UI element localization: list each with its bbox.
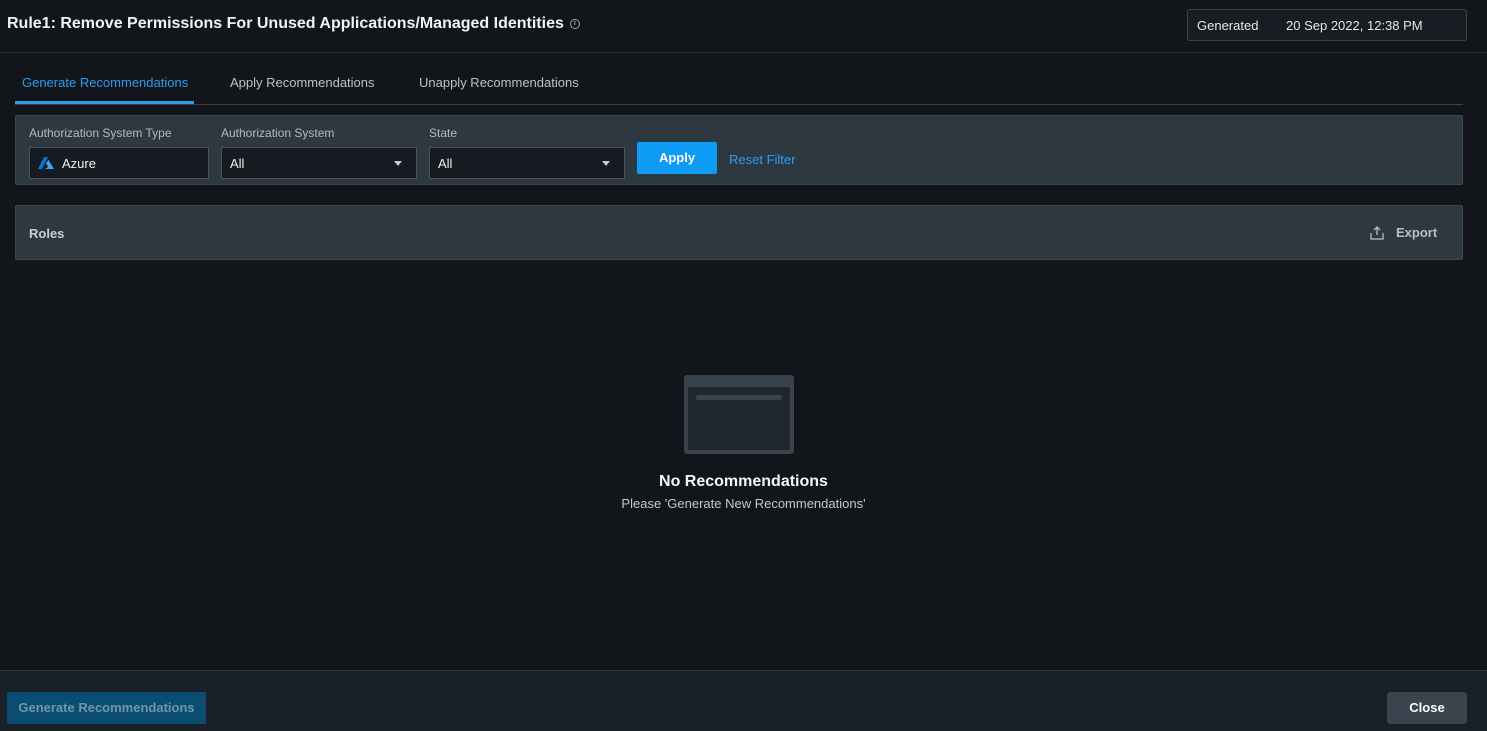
azure-logo-icon — [38, 157, 54, 169]
page-title: Rule1: Remove Permissions For Unused App… — [7, 15, 580, 33]
page-title-text: Rule1: Remove Permissions For Unused App… — [7, 15, 564, 32]
empty-state-window-icon — [684, 375, 794, 454]
tab-unapply-recommendations[interactable]: Unapply Recommendations — [419, 62, 579, 104]
auth-system-label: Authorization System — [221, 126, 335, 140]
auth-system-value: All — [230, 155, 245, 171]
state-value: All — [438, 155, 453, 171]
empty-state-subtitle: Please 'Generate New Recommendations' — [621, 496, 866, 511]
tab-generate-recommendations[interactable]: Generate Recommendations — [15, 62, 194, 104]
info-icon[interactable]: i — [569, 19, 580, 29]
tab-apply-recommendations[interactable]: Apply Recommendations — [230, 62, 375, 104]
generated-label: Generated — [1197, 18, 1259, 33]
state-dropdown[interactable]: All — [429, 147, 625, 179]
auth-system-type-label: Authorization System Type — [29, 126, 172, 140]
filter-panel: Authorization System Type Azure Authoriz… — [15, 115, 1463, 185]
auth-system-dropdown[interactable]: All — [221, 147, 417, 179]
roles-title: Roles — [29, 226, 65, 241]
export-icon — [1370, 225, 1384, 240]
chevron-down-icon — [602, 161, 610, 166]
export-button[interactable]: Export — [1370, 225, 1437, 240]
apply-button[interactable]: Apply — [637, 142, 717, 174]
close-button[interactable]: Close — [1387, 692, 1467, 724]
reset-filter-link[interactable]: Reset Filter — [729, 152, 795, 167]
chevron-down-icon — [394, 161, 402, 166]
empty-state-title: No Recommendations — [659, 473, 828, 490]
export-label: Export — [1396, 225, 1438, 240]
dialog-footer: Generate Recommendations Close — [0, 670, 1487, 731]
generated-value: 20 Sep 2022, 12:38 PM — [1286, 18, 1423, 33]
auth-system-type-field[interactable]: Azure — [29, 147, 209, 179]
tab-bar: Generate Recommendations Apply Recommend… — [15, 62, 1463, 105]
roles-header-bar: Roles Export — [15, 205, 1463, 260]
dialog-header: Rule1: Remove Permissions For Unused App… — [0, 0, 1487, 53]
state-label: State — [429, 126, 458, 140]
generate-recommendations-button[interactable]: Generate Recommendations — [7, 692, 206, 724]
generated-timestamp-box: Generated 20 Sep 2022, 12:38 PM — [1187, 9, 1467, 41]
auth-system-type-value: Azure — [62, 155, 96, 171]
